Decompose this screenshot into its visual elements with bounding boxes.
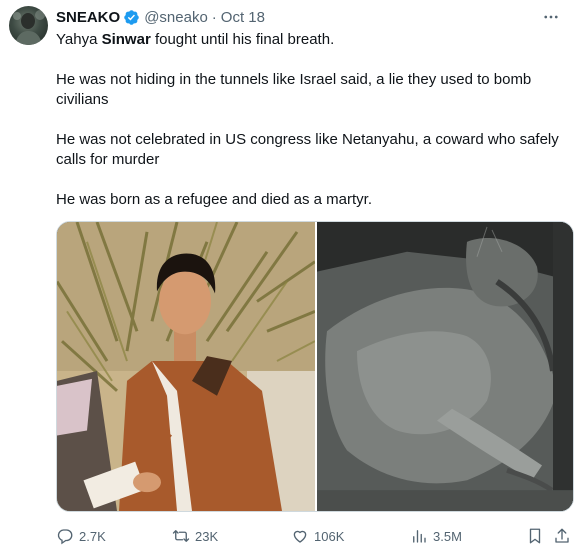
share-button[interactable] — [553, 524, 571, 548]
reply-button[interactable]: 2.7K — [56, 524, 106, 548]
share-icon — [555, 528, 569, 543]
like-button[interactable]: 106K — [291, 524, 344, 548]
bold-name: Sinwar — [101, 31, 151, 48]
tweet-paragraph-3: He was not celebrated in US congress lik… — [56, 131, 559, 168]
retweet-icon — [172, 530, 190, 542]
avatar[interactable] — [9, 6, 48, 45]
author-handle[interactable]: @sneako — [144, 9, 208, 26]
retweet-button[interactable]: 23K — [172, 524, 218, 548]
bookmark-button[interactable] — [526, 524, 544, 548]
bookmark-icon — [529, 528, 541, 544]
verified-badge-icon — [123, 9, 140, 26]
tweet-actions: 2.7K 23K 106K 3.5M — [56, 524, 574, 548]
heart-icon — [293, 530, 307, 543]
media-grid — [56, 221, 574, 512]
reply-icon — [57, 529, 73, 545]
tweet-paragraph-1: Yahya Sinwar fought until his final brea… — [56, 31, 335, 48]
separator-dot: · — [211, 8, 217, 26]
reply-count: 2.7K — [79, 528, 106, 544]
views-count: 3.5M — [433, 528, 462, 544]
photo-right[interactable] — [317, 222, 573, 511]
views-icon — [413, 530, 426, 543]
retweet-count: 23K — [195, 528, 219, 544]
tweet: SNEAKO @sneako · Oct 18 Yahya Sinwar fou… — [0, 0, 578, 555]
photo-left[interactable] — [57, 222, 315, 511]
tweet-header: SNEAKO @sneako · Oct 18 — [56, 7, 265, 27]
more-horizontal-icon[interactable] — [540, 6, 562, 28]
views-button[interactable]: 3.5M — [410, 524, 462, 548]
tweet-paragraph-4: He was born as a refugee and died as a m… — [56, 191, 373, 208]
like-count: 106K — [314, 528, 345, 544]
tweet-paragraph-2: He was not hiding in the tunnels like Is… — [56, 71, 532, 108]
author-name[interactable]: SNEAKO — [56, 9, 120, 26]
tweet-text: Yahya Sinwar fought until his final brea… — [56, 30, 571, 210]
timestamp[interactable]: Oct 18 — [221, 9, 265, 26]
